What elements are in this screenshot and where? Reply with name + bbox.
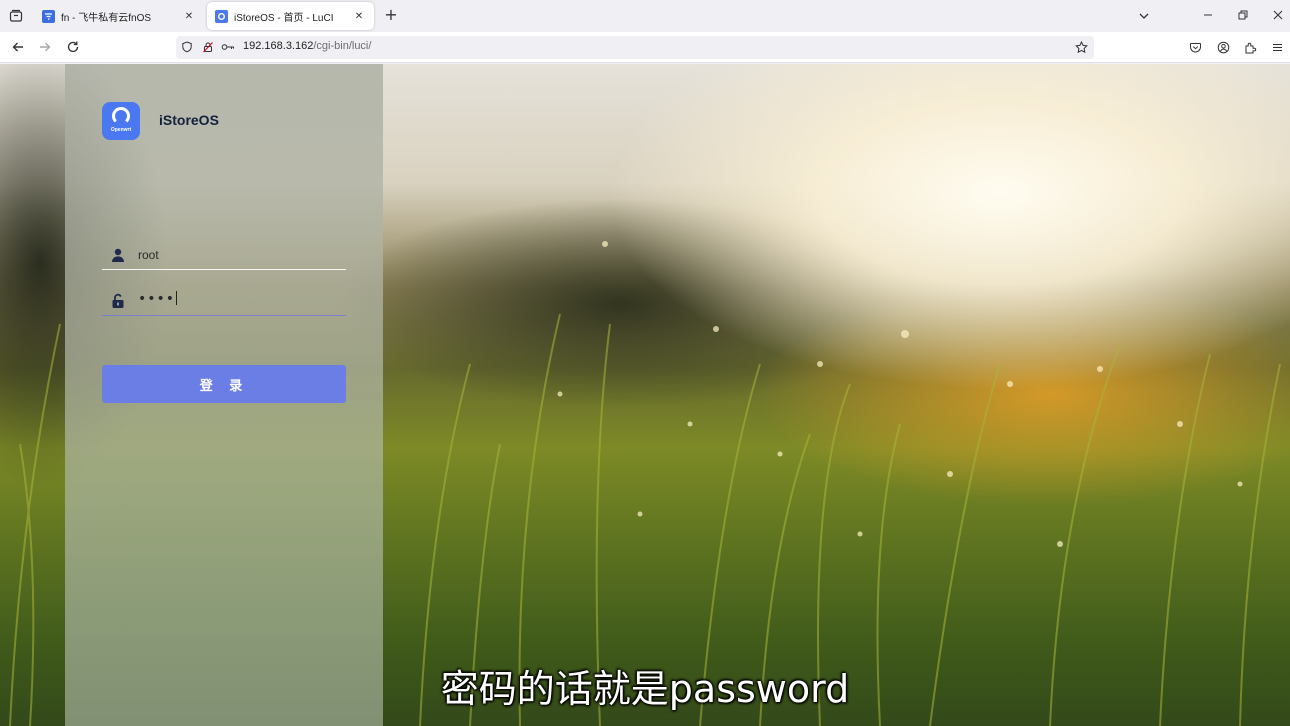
reload-icon[interactable] bbox=[64, 38, 82, 56]
tab-bar: fn - 飞牛私有云fnOS ✕ iStoreOS - 首页 - LuCI ✕ … bbox=[0, 0, 1290, 32]
pocket-icon[interactable] bbox=[1186, 38, 1204, 56]
menu-hamburger-icon[interactable] bbox=[1268, 38, 1286, 56]
close-window-icon[interactable] bbox=[1269, 6, 1287, 24]
address-bar[interactable]: 192.168.3.162/cgi-bin/luci/ bbox=[176, 36, 1094, 59]
saved-password-key-icon[interactable] bbox=[221, 40, 235, 54]
back-icon[interactable] bbox=[9, 38, 27, 56]
username-value: root bbox=[138, 248, 159, 262]
istoreos-logo-icon: Openwrt bbox=[102, 102, 140, 140]
username-field[interactable]: root bbox=[102, 240, 346, 270]
tab-close-icon[interactable]: ✕ bbox=[352, 11, 366, 22]
login-panel: Openwrt iStoreOS root •••• 登 录 bbox=[65, 64, 383, 726]
fnos-favicon-icon bbox=[42, 9, 55, 23]
new-tab-button[interactable]: + bbox=[382, 6, 400, 24]
istoreos-favicon-icon bbox=[215, 9, 228, 23]
login-button-label: 登 录 bbox=[199, 378, 249, 394]
password-field[interactable]: •••• bbox=[102, 286, 346, 316]
tab-list-icon[interactable] bbox=[6, 6, 26, 26]
login-button[interactable]: 登 录 bbox=[102, 365, 346, 403]
restore-icon[interactable] bbox=[1234, 6, 1252, 24]
account-icon[interactable] bbox=[1214, 38, 1232, 56]
insecure-lock-icon[interactable] bbox=[201, 40, 215, 54]
brand-title: iStoreOS bbox=[159, 112, 219, 128]
forward-icon[interactable] bbox=[36, 38, 54, 56]
logo-caption: Openwrt bbox=[110, 127, 132, 133]
password-value: •••• bbox=[138, 291, 178, 307]
video-subtitle: 密码的话就是password bbox=[440, 667, 850, 711]
page-viewport: Openwrt iStoreOS root •••• 登 录 密码的话就是pas… bbox=[0, 64, 1290, 726]
bookmark-star-icon[interactable] bbox=[1074, 40, 1088, 54]
tab-close-icon[interactable]: ✕ bbox=[182, 11, 196, 22]
tracking-protection-shield-icon[interactable] bbox=[180, 40, 194, 54]
url-text: 192.168.3.162/cgi-bin/luci/ bbox=[243, 40, 372, 52]
tab-title: fn - 飞牛私有云fnOS bbox=[61, 12, 152, 24]
list-all-tabs-chevron-icon[interactable] bbox=[1137, 8, 1151, 27]
tab-fnos[interactable]: fn - 飞牛私有云fnOS ✕ bbox=[34, 2, 204, 30]
extensions-icon[interactable] bbox=[1241, 38, 1259, 56]
tab-istoreos[interactable]: iStoreOS - 首页 - LuCI ✕ bbox=[207, 2, 374, 30]
unlock-icon bbox=[112, 293, 124, 308]
user-icon bbox=[112, 248, 124, 262]
navigation-toolbar: 192.168.3.162/cgi-bin/luci/ bbox=[0, 32, 1290, 63]
tab-title: iStoreOS - 首页 - LuCI bbox=[234, 12, 334, 24]
minimize-icon[interactable] bbox=[1199, 6, 1217, 24]
